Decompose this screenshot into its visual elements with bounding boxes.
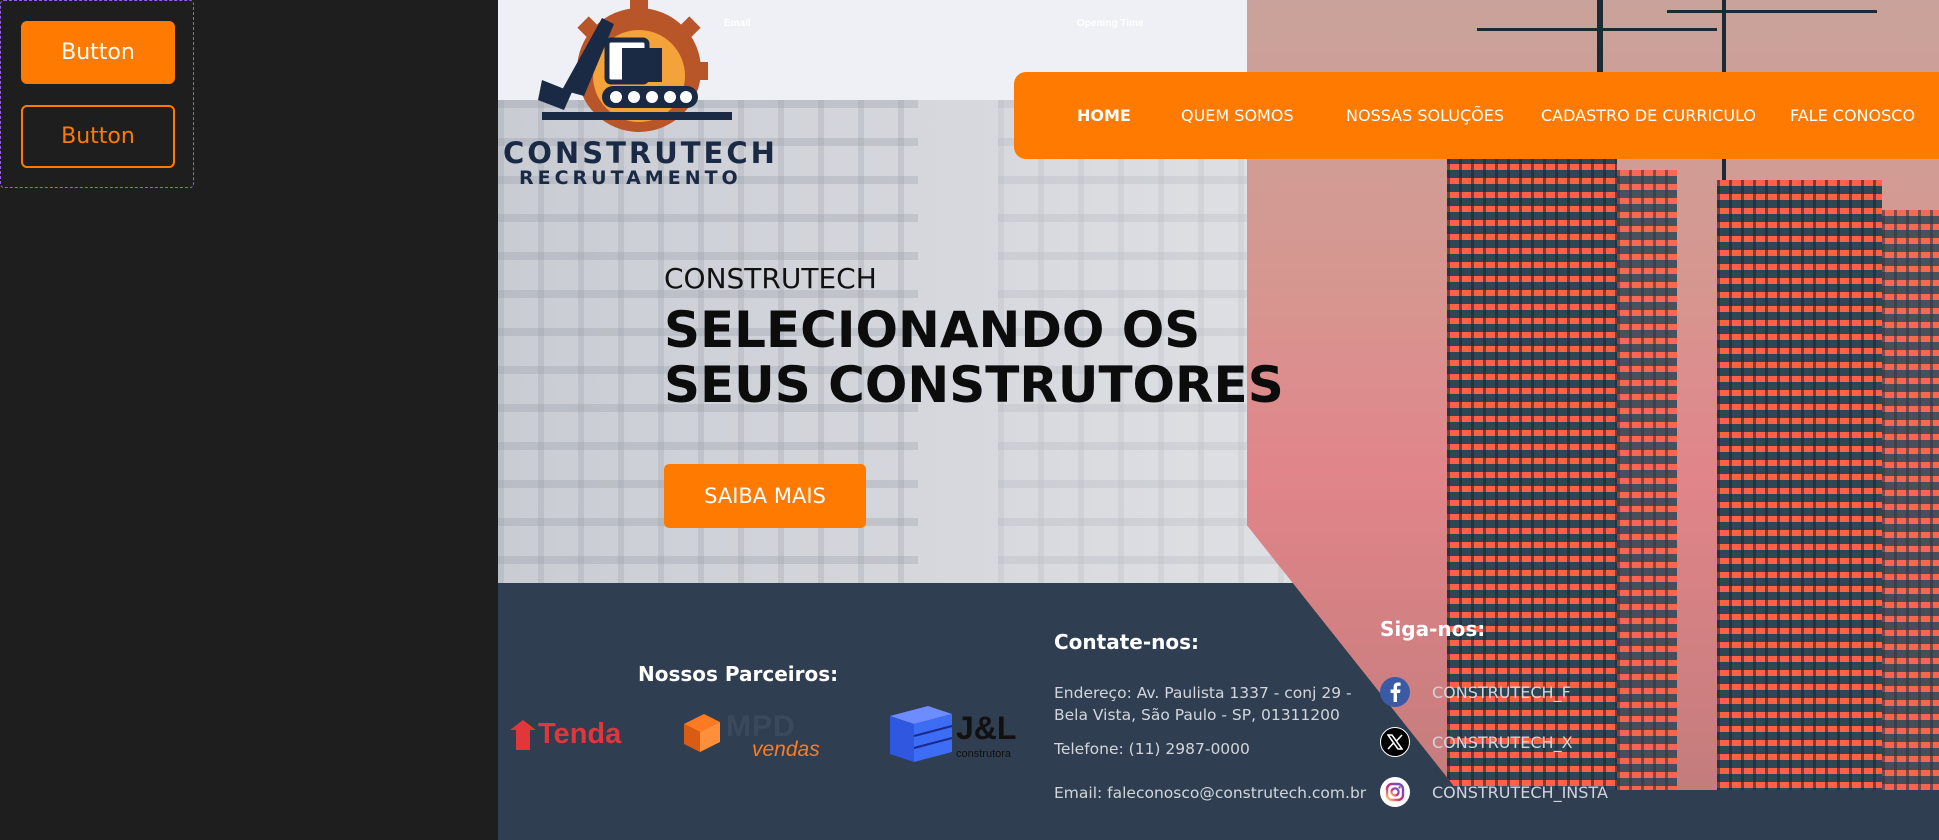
partner-logo-mpd[interactable]: MPD vendas — [680, 710, 830, 762]
mpd-blocks-icon — [684, 714, 720, 752]
hero-eyebrow: CONSTRUTECH — [664, 262, 877, 295]
tenda-wordmark: Tenda — [538, 718, 622, 750]
social-label-facebook: CONSTRUTECH_F — [1432, 682, 1571, 702]
hero-title-line-1: SELECIONANDO OS — [664, 301, 1201, 359]
partner-logo-tenda[interactable]: Tenda — [510, 718, 621, 751]
website-preview: Email Opening Time CONSTRUTECH RECRUTAME… — [498, 0, 1939, 840]
social-label-x: CONSTRUTECH_X — [1432, 732, 1573, 752]
main-nav: HOME QUEM SOMOS NOSSAS SOLUÇÕES CADASTRO… — [1014, 72, 1939, 159]
partner-logo-jl[interactable]: J&L construtora — [888, 700, 1028, 766]
primary-button-variant[interactable]: Button — [21, 21, 175, 84]
jl-wordmark: J&L — [956, 710, 1017, 746]
outline-button-variant[interactable]: Button — [21, 105, 175, 168]
contact-email[interactable]: Email: faleconosco@construtech.com.br — [1054, 782, 1366, 804]
social-label-instagram: CONSTRUTECH_INSTA — [1432, 782, 1608, 802]
jl-subtitle: construtora — [956, 748, 1012, 760]
x-icon — [1380, 727, 1410, 757]
facebook-icon — [1380, 677, 1410, 707]
logo-tagline: RECRUTAMENTO — [519, 167, 742, 189]
logo-title: CONSTRUTECH — [503, 136, 778, 170]
topbar-opening-time-label: Opening Time — [1077, 18, 1144, 29]
nav-item-cadastro-curriculo[interactable]: CADASTRO DE CURRICULO — [1541, 72, 1756, 159]
mpd-subtitle: vendas — [752, 738, 820, 761]
contact-heading: Contate-nos: — [1054, 630, 1200, 654]
nav-item-fale-conosco[interactable]: FALE CONOSCO — [1790, 72, 1915, 159]
component-panel: Button Button — [0, 0, 498, 840]
tenda-house-icon — [510, 719, 536, 750]
hero-title-line-2: SEUS CONSTRUTORES — [664, 356, 1284, 414]
contact-phone: Telefone: (11) 2987-0000 — [1054, 740, 1250, 758]
social-heading: Siga-nos: — [1380, 617, 1486, 641]
saiba-mais-button[interactable]: SAIBA MAIS — [664, 464, 866, 528]
button-variants-frame: Button Button — [0, 0, 194, 188]
contact-address-line-2: Bela Vista, São Paulo - SP, 01311200 — [1054, 706, 1340, 724]
instagram-icon — [1380, 777, 1410, 807]
contact-address: Endereço: Av. Paulista 1337 - conj 29 - … — [1054, 682, 1352, 726]
nav-item-quem-somos[interactable]: QUEM SOMOS — [1181, 72, 1294, 159]
contact-address-line-1: Endereço: Av. Paulista 1337 - conj 29 - — [1054, 684, 1352, 702]
social-link-x[interactable]: CONSTRUTECH_X — [1380, 727, 1573, 757]
nav-item-home[interactable]: HOME — [1077, 72, 1131, 159]
partners-heading: Nossos Parceiros: — [638, 662, 839, 686]
jl-building-icon — [890, 706, 953, 762]
nav-item-nossas-solucoes[interactable]: NOSSAS SOLUÇÕES — [1346, 72, 1504, 159]
social-link-facebook[interactable]: CONSTRUTECH_F — [1380, 677, 1571, 707]
hero-title: SELECIONANDO OS SEUS CONSTRUTORES — [664, 303, 1284, 413]
social-link-instagram[interactable]: CONSTRUTECH_INSTA — [1380, 777, 1608, 807]
